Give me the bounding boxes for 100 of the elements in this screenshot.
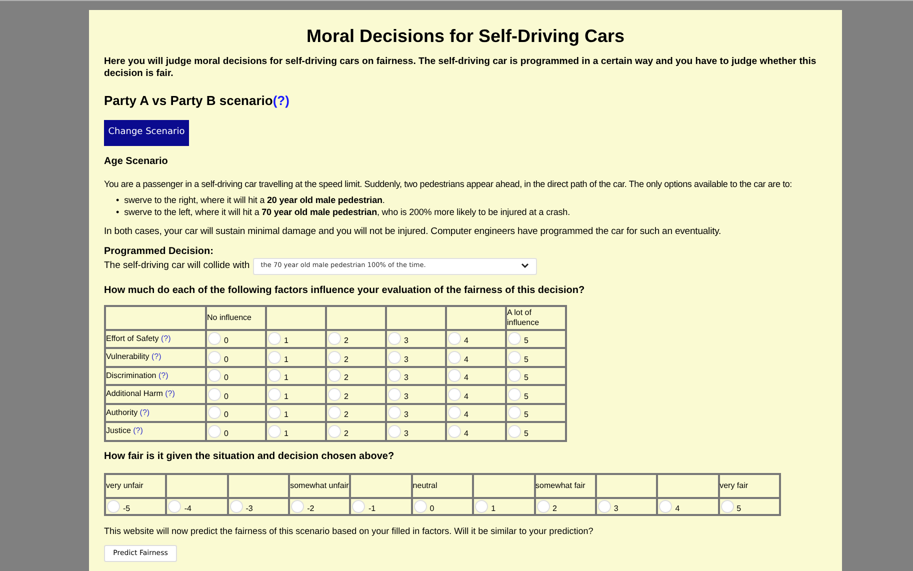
radio-button[interactable] <box>268 406 281 420</box>
factor-label: Discrimination <box>106 370 158 380</box>
column-header: No influence <box>206 306 266 330</box>
radio-button[interactable] <box>508 424 521 438</box>
radio-button[interactable] <box>168 500 182 512</box>
radio-label: 2 <box>344 392 348 401</box>
radio-button[interactable] <box>208 369 221 382</box>
radio-button[interactable] <box>268 424 281 438</box>
radio-button[interactable] <box>208 332 221 346</box>
decision-label: Programmed Decision: <box>104 246 214 258</box>
column-header: very unfair <box>105 474 166 498</box>
option-item: swerve to the left, where it will hit a 70 year old male pedestrian, who is 200% more likely to be injured at a crash. <box>124 206 570 218</box>
radio-button[interactable] <box>388 424 401 438</box>
radio-label: 3 <box>404 428 408 438</box>
radio-button[interactable] <box>268 332 281 346</box>
radio-button[interactable] <box>448 369 461 382</box>
radio-button[interactable] <box>448 332 461 346</box>
radio-button[interactable] <box>328 406 341 420</box>
radio-button[interactable] <box>328 332 341 346</box>
help-link[interactable]: (?) <box>165 389 175 398</box>
factor-label: Authority <box>106 408 139 417</box>
column-header: somewhat fair <box>534 474 596 498</box>
radio-button[interactable] <box>388 406 401 420</box>
decision-prefix: The self-driving car will collide with <box>104 258 250 273</box>
radio-button[interactable] <box>352 500 366 512</box>
help-link[interactable]: (?) <box>133 426 143 436</box>
page-title: Moral Decisions for Self-Driving Cars <box>305 25 626 47</box>
help-link[interactable]: (?) <box>272 91 290 110</box>
radio-button[interactable] <box>208 388 221 401</box>
radio-button[interactable] <box>268 369 281 382</box>
radio-button[interactable] <box>388 369 401 382</box>
radio-label: 4 <box>464 410 468 420</box>
radio-button[interactable] <box>328 388 341 401</box>
radio-label: -5 <box>123 504 130 512</box>
radio-label: 3 <box>614 504 618 512</box>
radio-label: -4 <box>184 504 192 512</box>
help-link[interactable]: (?) <box>140 408 150 417</box>
radio-button[interactable] <box>208 424 221 438</box>
radio-button[interactable] <box>508 406 521 420</box>
radio-button[interactable] <box>388 388 401 401</box>
radio-label: 3 <box>404 410 408 420</box>
radio-label: 4 <box>464 373 468 382</box>
radio-button[interactable] <box>328 424 341 438</box>
radio-button[interactable] <box>508 388 521 401</box>
radio-button[interactable] <box>508 369 521 382</box>
radio-button[interactable] <box>268 388 281 401</box>
factors-question: How much do each of the following factors influence your evaluation of the fairness of this decision? <box>104 284 586 296</box>
scenario-heading: Party A vs Party B scenario <box>104 92 273 110</box>
radio-label: 5 <box>524 336 528 346</box>
radio-button[interactable] <box>598 500 611 512</box>
radio-button[interactable] <box>414 500 427 512</box>
radio-button[interactable] <box>659 500 672 512</box>
radio-button[interactable] <box>208 350 221 364</box>
radio-button[interactable] <box>448 406 461 420</box>
radio-label: 2 <box>344 410 348 420</box>
radio-button[interactable] <box>448 388 461 401</box>
radio-label: 1 <box>284 373 288 382</box>
radio-button[interactable] <box>536 500 550 512</box>
radio-label: 1 <box>284 354 288 364</box>
radio-button[interactable] <box>230 500 243 512</box>
change-scenario-button[interactable]: Change Scenario <box>104 120 189 146</box>
radio-button[interactable] <box>388 332 401 346</box>
help-link[interactable]: (?) <box>158 370 168 380</box>
radio-label: -3 <box>246 504 253 512</box>
help-link[interactable]: (?) <box>152 352 162 362</box>
radio-button[interactable] <box>508 350 521 364</box>
radio-label: 4 <box>464 336 468 346</box>
radio-label: 0 <box>224 336 228 346</box>
radio-label: 5 <box>524 354 528 364</box>
fairness-question: How fair is it given the situation and decision chosen above? <box>104 450 396 462</box>
radio-button[interactable] <box>720 500 734 512</box>
radio-label: 0 <box>430 504 434 512</box>
intro-text: Here you will judge moral decisions for self-driving cars on fairness. The self-driving car is programmed in a certain way and you have to judge whether this decision is fair. <box>104 56 818 80</box>
help-link[interactable]: (?) <box>161 334 171 343</box>
radio-button[interactable] <box>328 369 341 382</box>
radio-button[interactable] <box>291 500 304 512</box>
radio-label: 3 <box>404 354 408 364</box>
column-header: A lot of influence <box>506 306 566 330</box>
bullet: • <box>116 194 120 206</box>
radio-button[interactable] <box>508 332 521 346</box>
radio-button[interactable] <box>208 406 221 420</box>
radio-label: 0 <box>224 410 228 420</box>
radio-label: 1 <box>491 504 496 512</box>
radio-label: 4 <box>464 392 468 401</box>
radio-label: 5 <box>524 410 528 420</box>
consequence-text: In both cases, your car will sustain minimal damage and you will not be injured. Computer engineers have programmed the car for such an eventuality. <box>104 226 722 238</box>
radio-button[interactable] <box>448 350 461 364</box>
radio-button[interactable] <box>328 350 341 364</box>
radio-label: 1 <box>284 336 288 346</box>
radio-button[interactable] <box>475 500 488 512</box>
radio-button[interactable] <box>107 500 120 512</box>
option-item: swerve to the right, where it will hit a 20 year old male pedestrian. <box>124 194 385 206</box>
radio-label: 2 <box>344 428 348 438</box>
radio-label: 2 <box>344 354 348 364</box>
radio-button[interactable] <box>388 350 401 364</box>
radio-button[interactable] <box>448 424 461 438</box>
column-header: very fair <box>718 474 780 498</box>
radio-button[interactable] <box>268 350 281 364</box>
radio-label: 5 <box>736 504 742 512</box>
radio-label: 2 <box>344 336 348 346</box>
